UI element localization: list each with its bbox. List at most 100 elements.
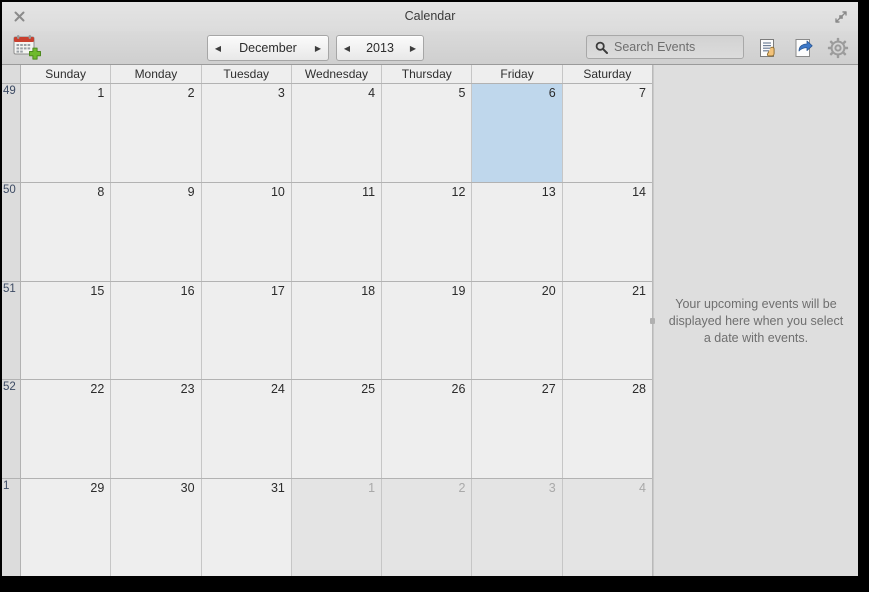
day-cell[interactable]: 2 xyxy=(382,479,473,576)
day-number: 25 xyxy=(361,382,376,397)
day-number: 2 xyxy=(187,86,195,100)
day-number: 24 xyxy=(270,382,285,397)
day-number: 4 xyxy=(639,481,646,496)
day-number: 31 xyxy=(270,481,285,496)
day-number: 5 xyxy=(458,86,466,100)
day-number: 4 xyxy=(368,86,376,100)
day-cell[interactable]: 17 xyxy=(201,281,292,380)
day-cell[interactable]: 22 xyxy=(21,380,112,479)
day-cell[interactable]: 26 xyxy=(382,380,473,479)
day-cell[interactable]: 10 xyxy=(201,182,292,281)
day-number: 8 xyxy=(97,184,105,199)
day-cell[interactable]: 2 xyxy=(111,84,202,182)
day-number: 12 xyxy=(451,184,466,199)
weekday-header-sunday: Sunday xyxy=(21,65,112,83)
day-cell[interactable]: 21 xyxy=(562,281,652,380)
day-number: 14 xyxy=(632,184,646,199)
week-row: 51 15 16 17 18 19 20 21 xyxy=(2,281,652,381)
month-next-button[interactable]: ▶ xyxy=(308,36,328,60)
settings-button[interactable] xyxy=(824,34,852,62)
day-cell[interactable]: 9 xyxy=(111,182,202,281)
day-cell[interactable]: 8 xyxy=(21,182,112,281)
week-row: 49 1 2 3 4 5 6 7 xyxy=(2,84,652,183)
day-number: 2 xyxy=(458,481,466,496)
day-number: 19 xyxy=(451,283,466,298)
search-box[interactable] xyxy=(586,35,744,59)
day-cell[interactable]: 25 xyxy=(291,380,383,479)
day-number: 3 xyxy=(548,481,556,496)
calendar-grid-pane: Sunday Monday Tuesday Wednesday Thursday Frid… xyxy=(2,65,653,576)
day-number: 30 xyxy=(180,481,195,496)
day-cell[interactable]: 28 xyxy=(562,380,652,479)
day-cell[interactable]: 24 xyxy=(201,380,292,479)
day-cell[interactable]: 4 xyxy=(291,84,383,182)
week-number-cell: 1 xyxy=(2,479,21,576)
day-number: 10 xyxy=(270,184,285,199)
weekday-header-friday: Friday xyxy=(472,65,563,83)
calendar-add-icon xyxy=(13,35,41,60)
share-button[interactable] xyxy=(790,34,818,62)
day-cell[interactable]: 19 xyxy=(382,281,473,380)
month-label: December xyxy=(239,41,297,55)
year-prev-button[interactable]: ◀ xyxy=(337,36,357,60)
week-number-cell: 50 xyxy=(2,182,21,281)
day-cell[interactable]: 13 xyxy=(472,182,563,281)
title-bar: Calendar xyxy=(2,2,858,31)
day-cell[interactable]: 14 xyxy=(562,182,652,281)
year-selector[interactable]: ◀ 2013 ▶ xyxy=(336,35,424,61)
week-row: 1 29 30 31 1 2 3 4 xyxy=(2,479,652,576)
day-cell[interactable]: 12 xyxy=(382,182,473,281)
search-input[interactable] xyxy=(614,40,734,54)
day-cell[interactable]: 18 xyxy=(291,281,383,380)
day-number: 21 xyxy=(632,283,646,298)
week-number-cell: 52 xyxy=(2,380,21,479)
day-cell[interactable]: 31 xyxy=(201,479,292,576)
week-row: 52 22 23 24 25 26 27 28 xyxy=(2,380,652,480)
week-number-cell: 51 xyxy=(2,281,21,380)
list-view-button[interactable] xyxy=(754,34,782,62)
month-prev-button[interactable]: ◀ xyxy=(208,36,228,60)
day-cell[interactable]: 16 xyxy=(111,281,202,380)
day-cell[interactable]: 15 xyxy=(21,281,112,380)
new-event-button[interactable] xyxy=(10,33,44,63)
day-cell[interactable]: 4 xyxy=(562,479,652,576)
day-number: 3 xyxy=(277,86,285,100)
day-cell[interactable]: 11 xyxy=(291,182,383,281)
day-number: 7 xyxy=(639,86,646,100)
toolbar: ◀ December ▶ ◀ 2013 ▶ xyxy=(2,31,858,65)
weekday-header-thursday: Thursday xyxy=(382,65,473,83)
day-number: 27 xyxy=(541,382,556,397)
day-number: 1 xyxy=(368,481,376,496)
weekday-header-saturday: Saturday xyxy=(562,65,652,83)
day-cell[interactable]: 3 xyxy=(472,479,563,576)
day-number: 20 xyxy=(541,283,556,298)
day-cell[interactable]: 30 xyxy=(111,479,202,576)
week-number-cell: 49 xyxy=(2,84,21,182)
day-cell[interactable]: 3 xyxy=(201,84,292,182)
day-cell[interactable]: 23 xyxy=(111,380,202,479)
pane-splitter-grip[interactable] xyxy=(650,318,655,324)
day-cell[interactable]: 1 xyxy=(291,479,383,576)
day-number: 11 xyxy=(362,184,376,199)
month-selector[interactable]: ◀ December ▶ xyxy=(207,35,329,61)
day-cell-selected[interactable]: 6 xyxy=(472,84,563,182)
day-cell[interactable]: 1 xyxy=(21,84,112,182)
maximize-restore-icon[interactable] xyxy=(830,6,852,27)
weekday-header-row: Sunday Monday Tuesday Wednesday Thursday Frid… xyxy=(2,65,652,84)
day-cell[interactable]: 5 xyxy=(382,84,473,182)
day-cell[interactable]: 20 xyxy=(472,281,563,380)
day-cell[interactable]: 27 xyxy=(472,380,563,479)
page-title: Calendar xyxy=(404,9,456,23)
day-cell[interactable]: 7 xyxy=(562,84,652,182)
day-number: 26 xyxy=(451,382,466,397)
day-number: 22 xyxy=(90,382,105,397)
events-sidebar: Your upcoming events will be displayed h… xyxy=(650,65,858,576)
day-number: 6 xyxy=(548,86,556,100)
maximize-glyph xyxy=(835,10,847,23)
share-forward-icon xyxy=(795,39,813,57)
day-cell[interactable]: 29 xyxy=(21,479,112,576)
day-number: 1 xyxy=(97,86,105,100)
year-next-button[interactable]: ▶ xyxy=(403,36,423,60)
gear-icon xyxy=(827,37,849,59)
weekday-header-wednesday: Wednesday xyxy=(291,65,383,83)
